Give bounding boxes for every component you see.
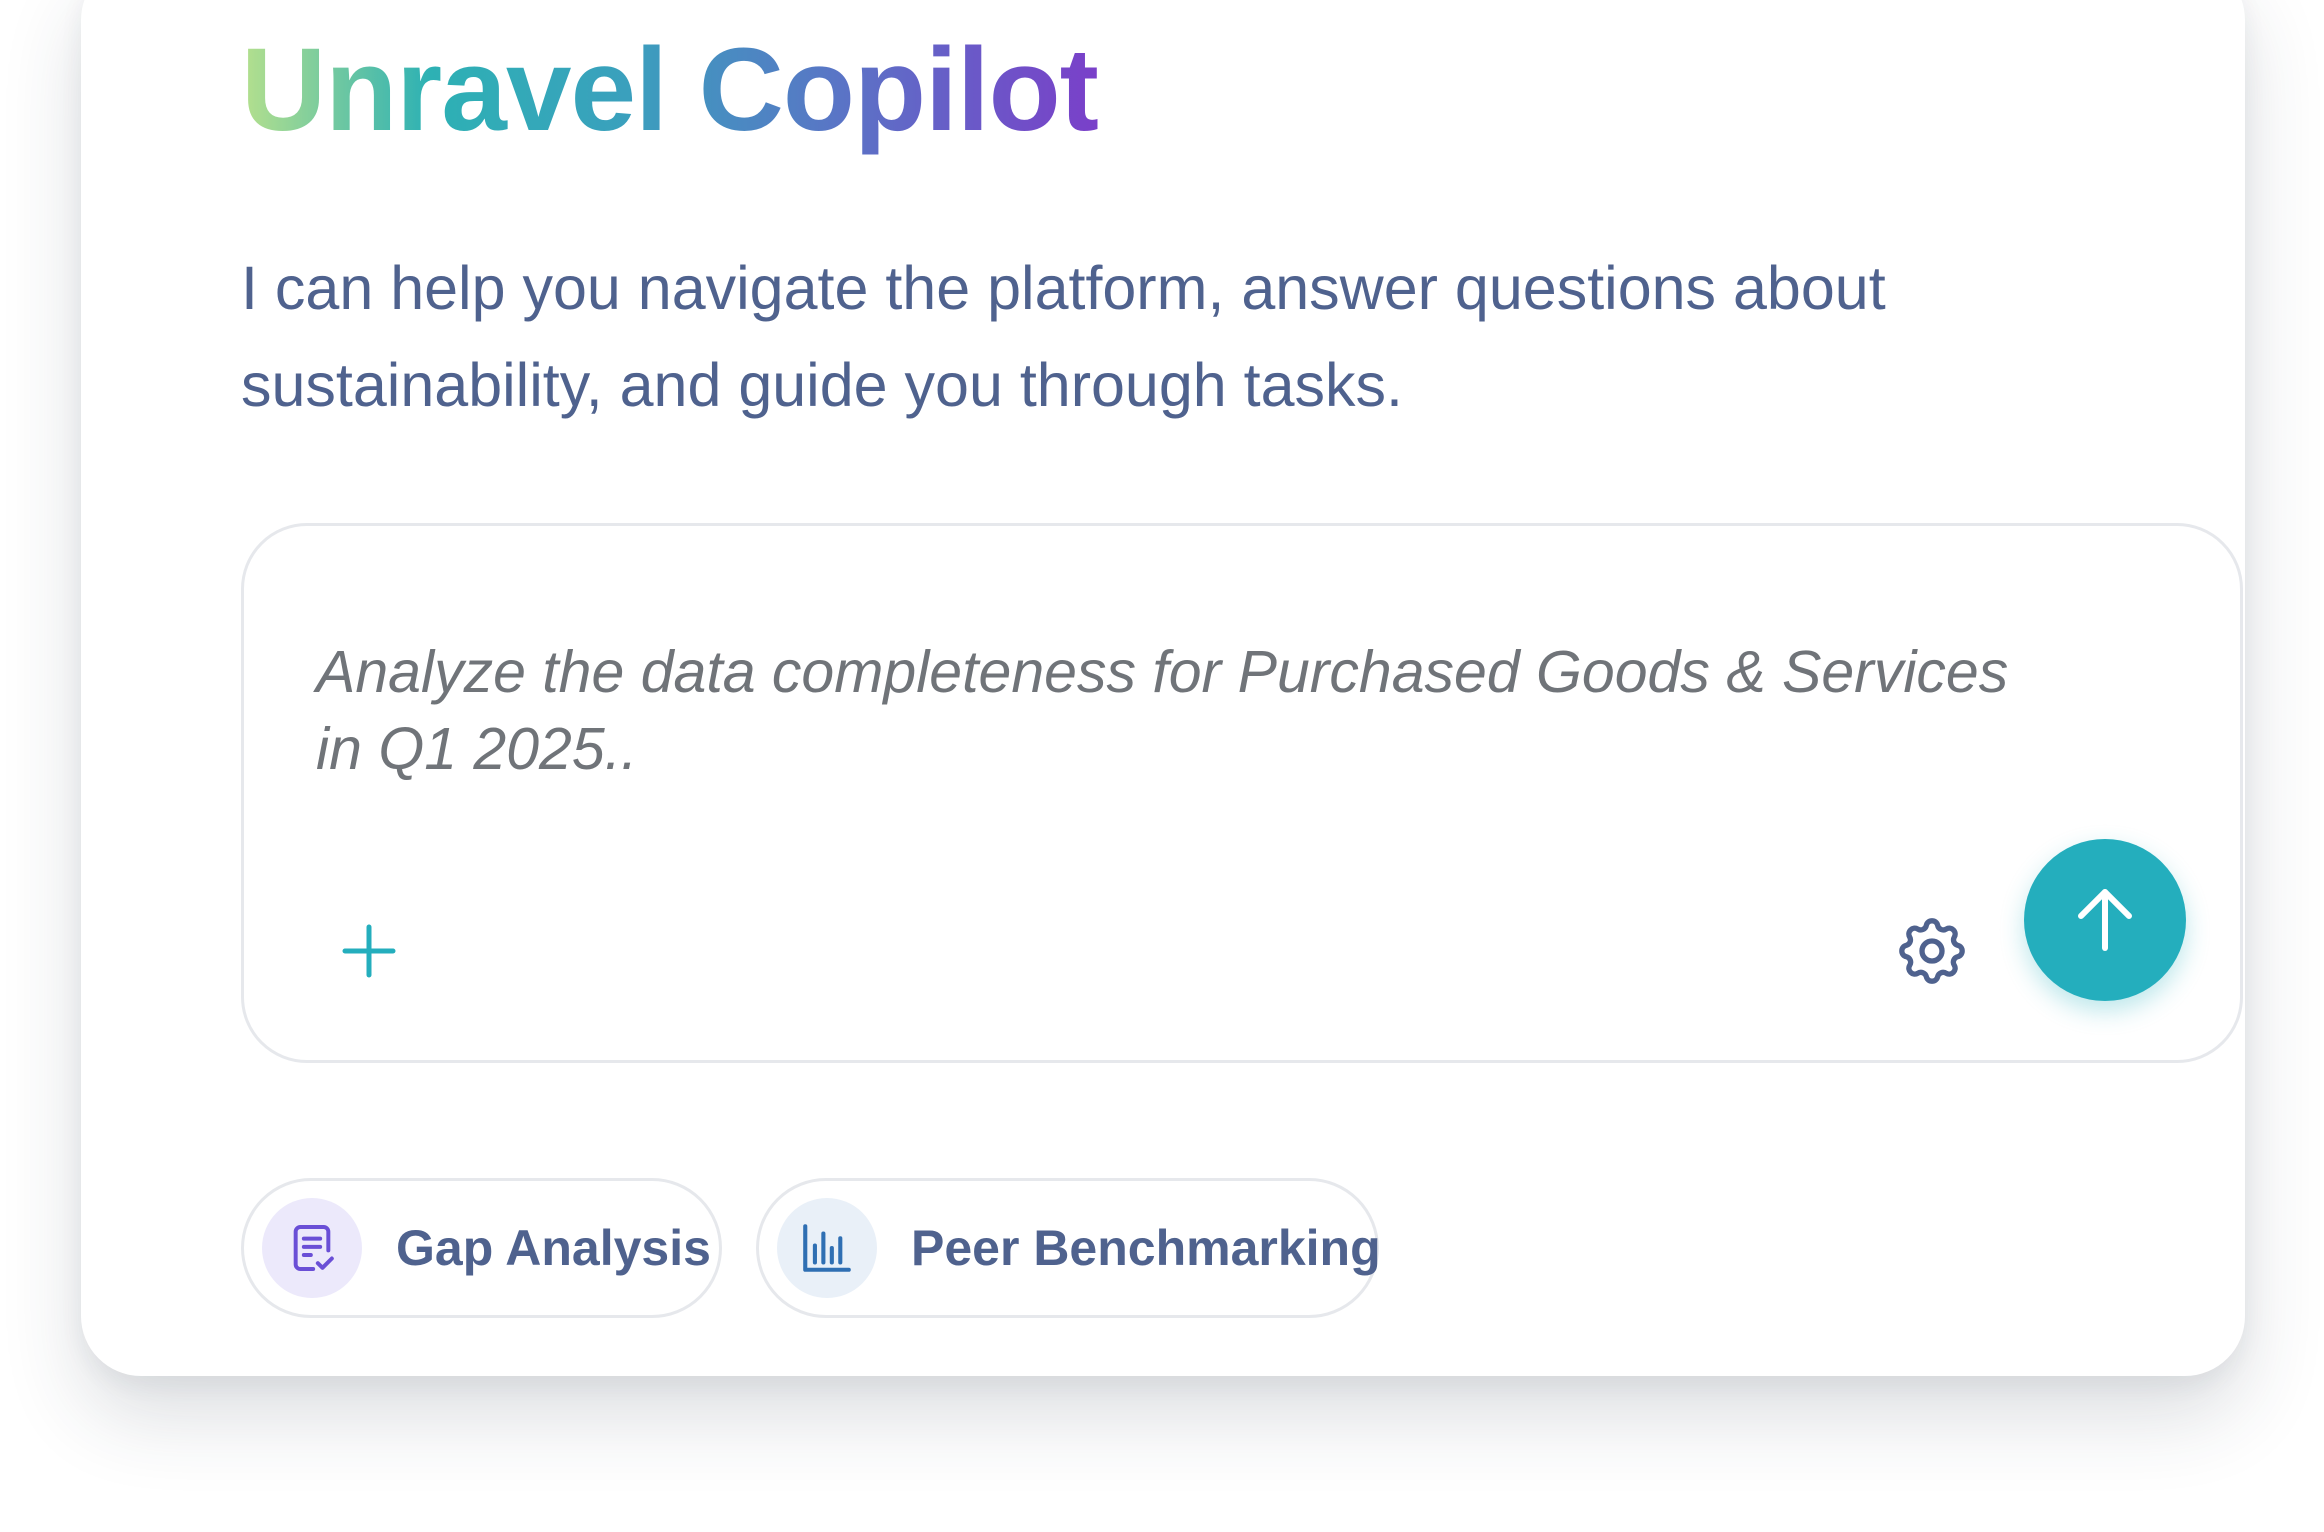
gear-icon xyxy=(1899,918,1965,984)
intro-text: I can help you navigate the platform, an… xyxy=(241,254,1886,419)
bar-chart-icon xyxy=(777,1198,877,1298)
copilot-card: Unravel Copilot I can help you navigate … xyxy=(81,0,2245,1376)
suggestion-gap-analysis[interactable]: Gap Analysis xyxy=(241,1178,722,1318)
suggestion-label: Peer Benchmarking xyxy=(911,1220,1381,1276)
plus-icon xyxy=(342,924,396,978)
suggestion-peer-benchmarking[interactable]: Peer Benchmarking xyxy=(756,1178,1381,1318)
prompt-input[interactable]: Analyze the data completeness for Purcha… xyxy=(316,634,2076,788)
settings-button[interactable] xyxy=(1884,903,1980,999)
page-title: Unravel Copilot xyxy=(241,20,1099,160)
prompt-composer[interactable]: Analyze the data completeness for Purcha… xyxy=(241,523,2243,1063)
page: Unravel Copilot I can help you navigate … xyxy=(0,0,2324,1532)
add-attachment-button[interactable] xyxy=(324,906,414,996)
checklist-document-icon xyxy=(262,1198,362,1298)
prompt-placeholder-line-1: Analyze the data completeness for Purcha… xyxy=(316,639,2009,705)
arrow-up-icon xyxy=(2078,889,2132,951)
suggestion-label: Gap Analysis xyxy=(396,1220,711,1276)
prompt-placeholder-line-2: in Q1 2025.. xyxy=(316,716,638,782)
send-button[interactable] xyxy=(2024,839,2186,1001)
